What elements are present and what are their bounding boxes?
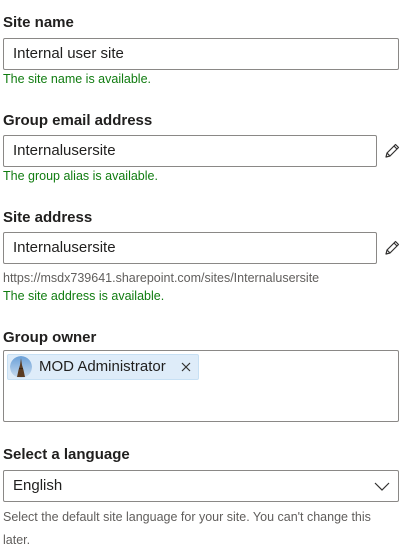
language-help-text: Select the default site language for you…	[3, 510, 371, 547]
close-icon[interactable]	[180, 361, 192, 373]
owner-pill[interactable]: MOD Administrator	[7, 354, 199, 380]
site-name-status: The site name is available.	[3, 72, 151, 86]
owner-name: MOD Administrator	[39, 358, 166, 375]
group-email-input[interactable]: Internalusersite	[3, 135, 377, 167]
chevron-down-icon	[374, 482, 390, 491]
site-address-url: https://msdx739641.sharepoint.com/sites/…	[3, 271, 320, 285]
group-email-status: The group alias is available.	[3, 169, 158, 183]
site-address-value: Internalusersite	[13, 239, 116, 256]
pencil-icon[interactable]	[383, 239, 400, 257]
site-creation-form: Site name Internal user site The site na…	[0, 0, 400, 553]
site-name-input[interactable]: Internal user site	[3, 38, 399, 70]
language-selected: English	[13, 477, 63, 494]
pencil-icon[interactable]	[383, 142, 400, 160]
group-owner-label: Group owner	[3, 329, 97, 346]
language-dropdown[interactable]: English	[3, 470, 399, 502]
group-email-value: Internalusersite	[13, 142, 116, 159]
language-label: Select a language	[3, 446, 130, 463]
site-address-label: Site address	[3, 209, 93, 226]
site-address-input[interactable]: Internalusersite	[3, 232, 377, 264]
avatar	[10, 356, 32, 378]
group-email-label: Group email address	[3, 112, 153, 129]
site-name-value: Internal user site	[13, 45, 124, 62]
group-owner-picker[interactable]: MOD Administrator	[3, 350, 399, 422]
site-name-label: Site name	[3, 14, 74, 31]
site-address-status: The site address is available.	[3, 289, 165, 303]
